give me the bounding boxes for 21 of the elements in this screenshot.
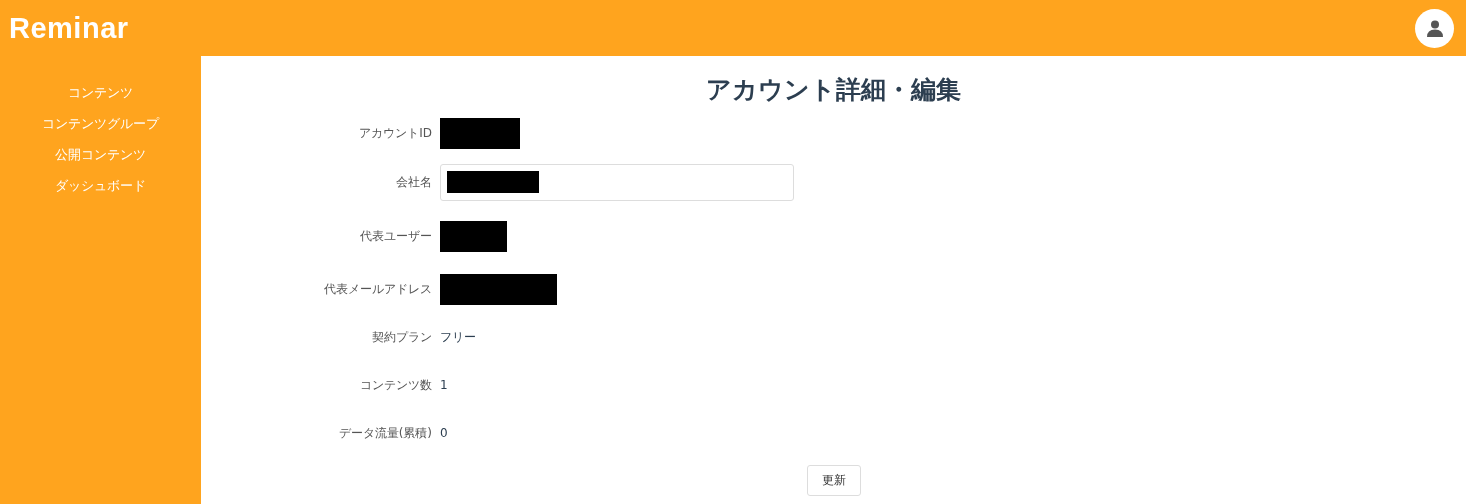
page-title: アカウント詳細・編集 [705,74,962,106]
field-label: 会社名 [395,173,433,191]
user-icon [1425,19,1444,37]
field-label: アカウントID [358,124,433,142]
user-avatar-button[interactable] [1415,8,1454,48]
sidebar-item[interactable]: 公開コンテンツ [55,145,146,165]
sidebar-item[interactable]: コンテンツグループ [42,114,159,134]
field-label: コンテンツ数 [359,376,433,394]
redaction-block [440,220,507,252]
logo[interactable]: Reminar [9,11,129,45]
field-label: 代表ユーザー [359,227,433,245]
input-field[interactable] [440,163,794,201]
sidebar-item[interactable]: コンテンツ [68,83,133,103]
field-value: フリー [440,328,476,346]
field-label: 契約プラン [371,328,433,346]
field-value: 0 [440,426,448,440]
field-label: データ流量(累積) [337,424,433,442]
update-button[interactable]: 更新 [806,465,861,496]
field-value: 1 [440,378,448,392]
field-label: 代表メールアドレス [323,280,433,298]
sidebar-item[interactable]: ダッシュボード [55,176,146,196]
